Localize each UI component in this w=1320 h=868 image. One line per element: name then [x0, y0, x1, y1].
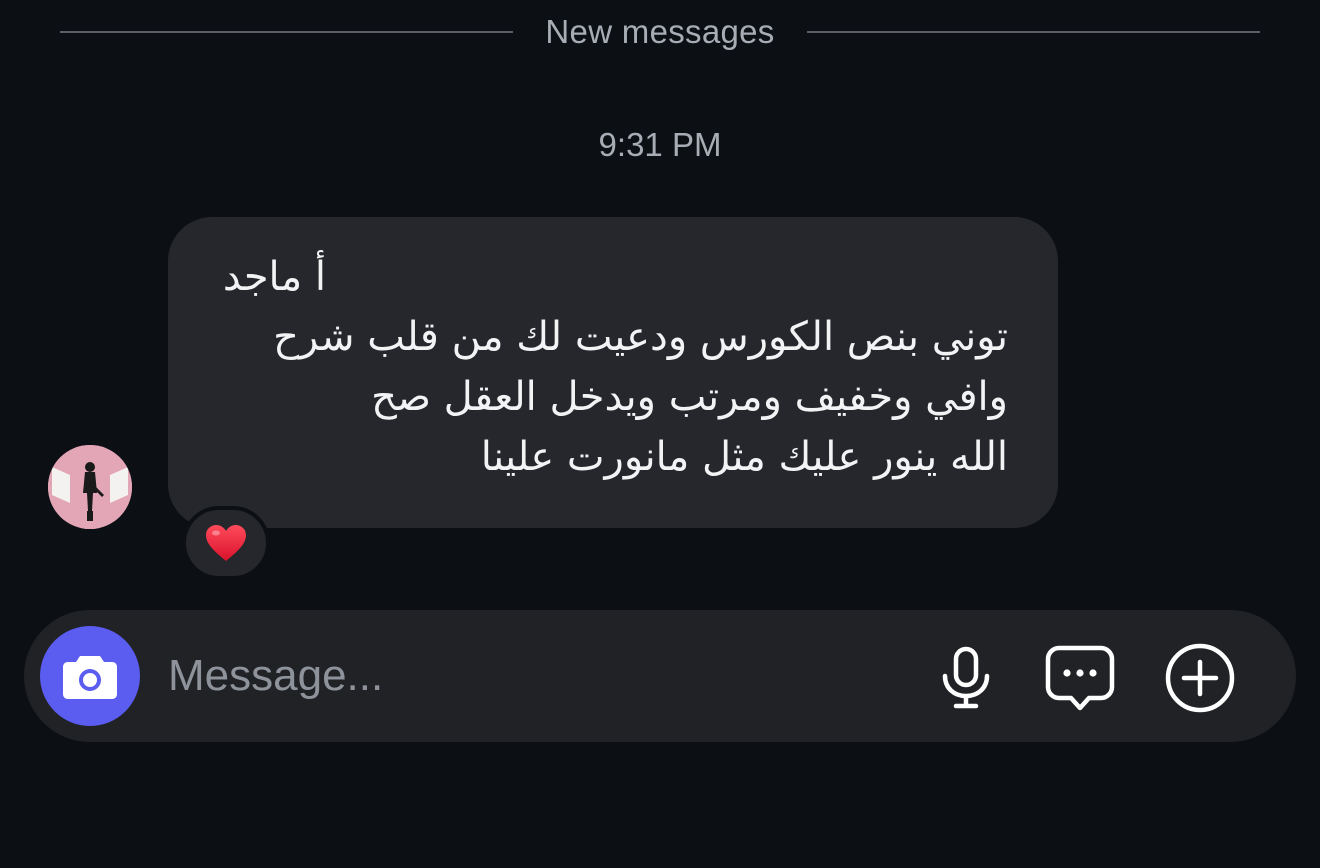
message-bubble[interactable]: أ ماجد توني بنص الكورس ودعيت لك من قلب ش…	[168, 217, 1058, 528]
message-timestamp: 9:31 PM	[598, 126, 722, 163]
microphone-icon	[942, 646, 990, 709]
message-input[interactable]	[168, 640, 908, 712]
message-line: أ ماجد	[222, 254, 326, 300]
sender-avatar[interactable]	[48, 445, 132, 529]
message-line: توني بنص الكورس ودعيت لك من قلب شرح	[273, 314, 1008, 360]
chat-bubble-icon	[1045, 645, 1115, 711]
new-messages-label: New messages	[545, 13, 775, 50]
avatar-image	[48, 445, 132, 529]
camera-button[interactable]	[40, 626, 140, 726]
plus-circle-icon	[1165, 643, 1235, 713]
divider-line-left	[60, 31, 514, 33]
chat-options-button[interactable]	[1042, 640, 1118, 716]
message-line: وافي وخفيف ومرتب ويدخل العقل صح	[371, 374, 1008, 420]
message-composer	[24, 610, 1296, 742]
divider-line-right	[806, 31, 1260, 33]
message-line: الله ينور عليك مثل مانورت علينا	[480, 434, 1008, 480]
add-button[interactable]	[1162, 640, 1238, 716]
heart-reaction[interactable]	[182, 506, 270, 580]
camera-icon	[63, 656, 117, 699]
heart-icon	[206, 525, 246, 561]
chat-screen: New messages 9:31 PM أ ماجد توني بنص الك…	[0, 0, 1320, 868]
new-messages-divider: New messages	[60, 10, 1260, 54]
microphone-button[interactable]	[928, 640, 1004, 716]
